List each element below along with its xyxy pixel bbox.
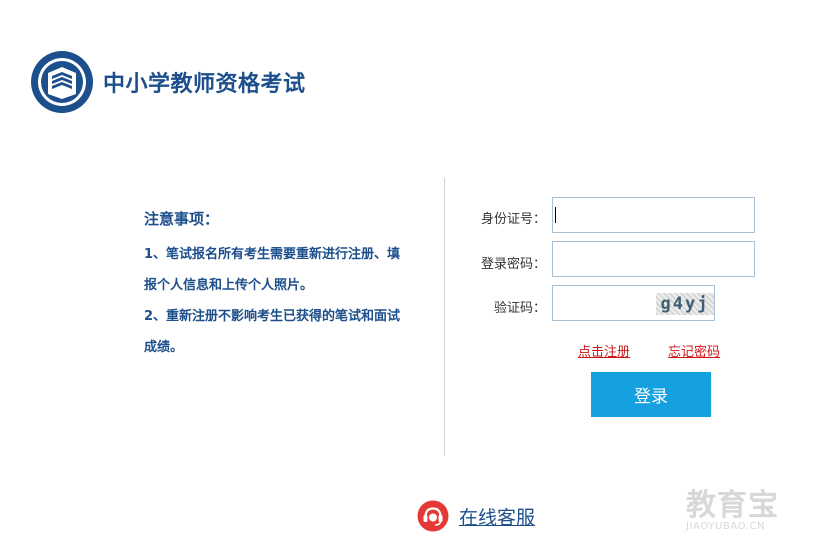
id-number-input[interactable] [552, 197, 755, 233]
captcha-label: 验证码： [493, 301, 546, 316]
header: 中小学教师资格考试 [30, 50, 306, 114]
notice-line: 报个人信息和上传个人照片。 [144, 278, 314, 293]
notice-line: 2、重新注册不影响考生已获得的笔试和面试 [144, 309, 401, 324]
watermark: 教育宝 JIAOYUBAO.CN [686, 480, 779, 532]
notice-line: 1、笔试报名所有考生需要重新进行注册、填 [144, 247, 401, 262]
watermark-subtext: JIAOYUBAO.CN [686, 521, 766, 532]
captcha-image[interactable]: g4yj [656, 293, 714, 315]
password-label: 登录密码： [480, 257, 546, 272]
headset-icon [417, 500, 449, 532]
id-number-label: 身份证号： [480, 212, 546, 227]
forgot-password-link[interactable]: 忘记密码 [668, 341, 720, 360]
notice-line: 成绩。 [144, 340, 184, 355]
notice-panel: 注意事项： 1、笔试报名所有考生需要重新进行注册、填 报个人信息和上传个人照片。… [144, 208, 429, 363]
password-input[interactable] [552, 241, 755, 277]
online-service-label: 在线客服 [459, 506, 536, 529]
divider [444, 178, 445, 456]
online-service-link[interactable]: 在线客服 [417, 500, 535, 532]
register-link[interactable]: 点击注册 [578, 341, 630, 360]
exam-logo-icon [31, 51, 93, 113]
login-button[interactable]: 登录 [591, 372, 711, 417]
watermark-text: 教育宝 [686, 488, 779, 523]
text-caret [555, 207, 556, 223]
notice-title: 注意事项： [144, 210, 220, 228]
site-title: 中小学教师资格考试 [103, 72, 306, 97]
